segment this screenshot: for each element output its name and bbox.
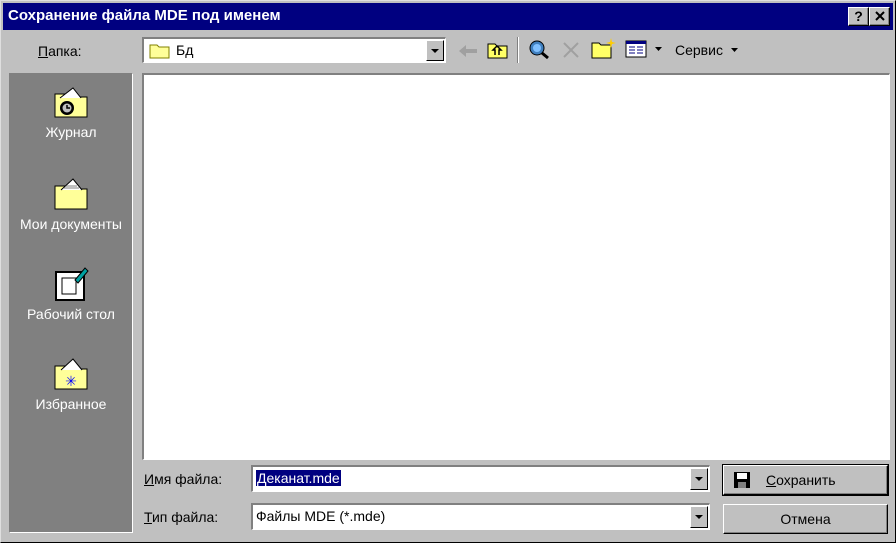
title-bar[interactable]: Сохранение файла MDE под именем ? [3, 3, 893, 30]
folder-combobox[interactable]: Бд [142, 37, 446, 63]
filetype-value: Файлы MDE (*.mde) [256, 508, 386, 524]
delete-icon[interactable] [561, 40, 581, 60]
place-label: Мои документы [19, 216, 122, 232]
folder-dropdown-button[interactable] [426, 40, 444, 61]
history-folder-icon [54, 87, 88, 118]
favorites-folder-icon: ✳ [54, 358, 88, 390]
my-documents-folder-icon [54, 178, 88, 210]
views-icon[interactable] [625, 40, 647, 58]
filename-combobox[interactable]: Деканат.mde [251, 465, 710, 492]
filename-dropdown-button[interactable] [690, 468, 708, 490]
window-title: Сохранение файла MDE под именем [8, 7, 281, 24]
save-button[interactable]: Сохранить [722, 464, 889, 496]
save-button-label: Сохранить [766, 472, 836, 488]
filename-input[interactable]: Деканат.mde [256, 470, 341, 486]
place-label: Избранное [35, 396, 107, 412]
filename-label: Имя файла: [144, 471, 223, 487]
file-list[interactable] [142, 73, 890, 460]
filetype-label: Тип файла: [144, 509, 219, 525]
toolbar-separator [517, 37, 519, 63]
folder-icon [149, 44, 170, 59]
desktop-icon [55, 267, 89, 301]
place-favorites[interactable]: ✳ Избранное [10, 356, 132, 412]
back-arrow-icon[interactable] [457, 43, 479, 59]
places-bar: Журнал Мои документы Рабочий стол ✳ Избр… [9, 73, 133, 533]
place-label: Рабочий стол [27, 306, 115, 322]
filetype-combobox[interactable]: Файлы MDE (*.mde) [251, 503, 710, 530]
floppy-disk-icon [734, 472, 750, 488]
current-folder-name: Бд [176, 42, 194, 58]
close-button[interactable] [869, 7, 890, 26]
search-web-icon[interactable] [527, 38, 551, 60]
cancel-button[interactable]: Отмена [723, 504, 888, 534]
folder-label: Папка: [38, 43, 82, 59]
new-folder-icon[interactable] [591, 37, 617, 59]
help-button[interactable]: ? [848, 7, 869, 26]
close-icon [874, 11, 885, 21]
place-history[interactable]: Журнал [10, 84, 132, 140]
save-dialog: Сохранение файла MDE под именем ? Папка:… [0, 0, 896, 543]
place-desktop[interactable]: Рабочий стол [10, 266, 132, 322]
service-menu-label: Сервис [675, 42, 723, 58]
chevron-down-icon [730, 48, 738, 53]
filename-value: Деканат.mde [256, 470, 341, 486]
service-menu[interactable]: Сервис [675, 42, 739, 58]
up-folder-icon[interactable] [487, 40, 509, 60]
filetype-dropdown-button[interactable] [690, 506, 708, 528]
svg-text:✳: ✳ [65, 374, 77, 390]
place-label: Журнал [45, 124, 97, 140]
views-dropdown-icon[interactable] [655, 47, 663, 53]
place-my-documents[interactable]: Мои документы [10, 176, 132, 232]
